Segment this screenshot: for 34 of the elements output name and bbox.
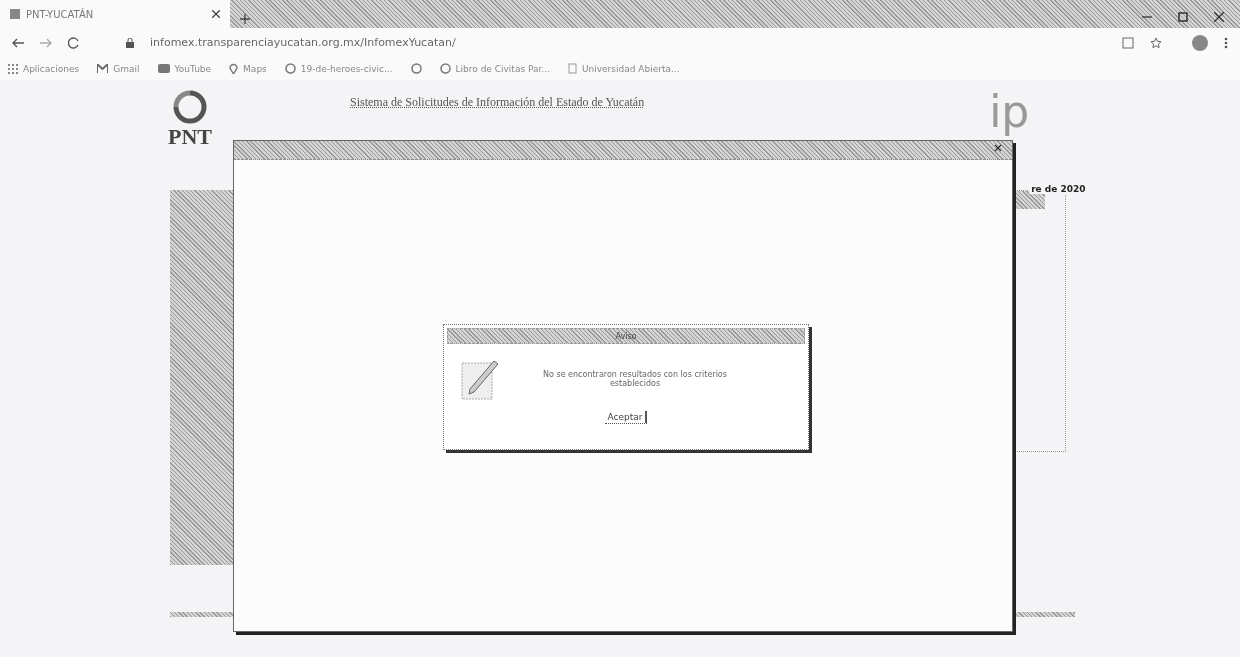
logo-text: PNT — [168, 124, 212, 150]
star-icon[interactable] — [1150, 36, 1162, 49]
bookmark-link[interactable]: 19-de-heroes-civic... — [300, 63, 393, 74]
bookmark-link[interactable]: Aplicaciones — [23, 63, 80, 74]
globe-icon — [410, 63, 422, 74]
bookmark-link[interactable]: Universidad Abierta... — [581, 63, 680, 74]
reload-icon[interactable] — [68, 36, 80, 49]
logo-text: ip — [989, 90, 1031, 134]
bookmark-link[interactable]: Gmail — [113, 63, 140, 74]
avatar-icon[interactable] — [1192, 34, 1208, 51]
pin-icon — [229, 63, 239, 74]
close-icon[interactable] — [212, 10, 220, 18]
bookmark-link[interactable]: Maps — [243, 63, 267, 74]
dialog-title: Aviso — [615, 331, 637, 341]
browser-tab[interactable]: PNT-YUCATÁN — [0, 0, 230, 28]
page-icon — [567, 63, 577, 74]
restore-icon[interactable] — [1178, 12, 1188, 22]
apps-icon — [8, 63, 18, 74]
lock-icon — [126, 37, 134, 48]
mail-icon — [97, 64, 109, 73]
bookmark-link[interactable]: YouTube — [174, 63, 212, 74]
close-icon[interactable] — [1214, 12, 1224, 22]
video-icon — [157, 64, 170, 73]
accept-button[interactable]: Aceptar — [604, 411, 648, 424]
alert-message: No se encontraron resultados con los criterios establecidos — [542, 370, 728, 388]
back-icon[interactable] — [12, 37, 24, 48]
new-tab-icon[interactable] — [240, 14, 250, 24]
date-text: re de 2020 — [1029, 184, 1088, 194]
bookmark-link[interactable]: Libro de Civitas Par... — [455, 63, 550, 74]
page-title: Sistema de Solicitudes de Información del Estado de Yucatán — [350, 95, 645, 110]
menu-icon[interactable] — [1224, 36, 1228, 49]
globe-icon — [284, 63, 296, 74]
site-icon — [10, 9, 20, 19]
globe-icon — [439, 63, 451, 74]
